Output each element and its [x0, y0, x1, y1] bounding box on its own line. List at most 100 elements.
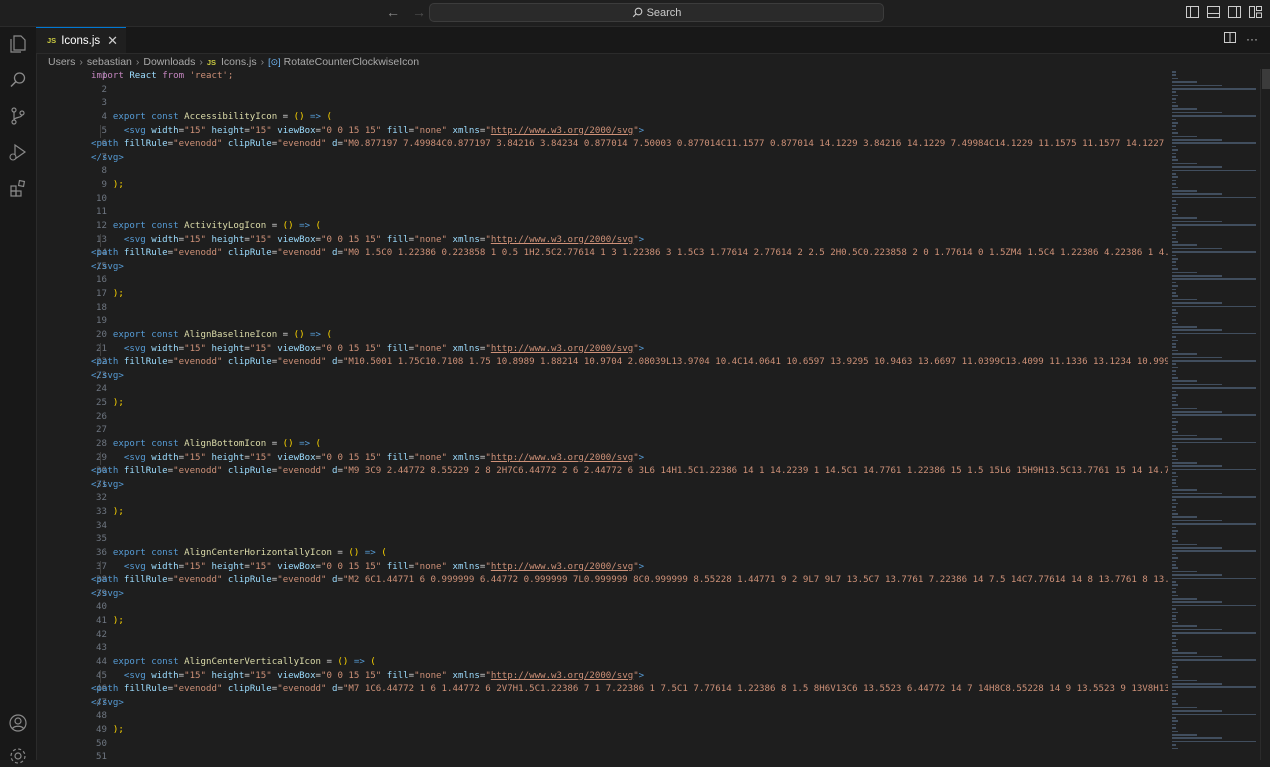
code-line[interactable]: 6 <path fillRule="evenodd" clipRule="even… [36, 138, 1168, 152]
code-line[interactable]: 26 [36, 411, 1168, 425]
code-line[interactable]: 43 [36, 642, 1168, 656]
close-icon[interactable]: ✕ [107, 33, 118, 49]
code-line[interactable]: 7 </svg> [36, 152, 1168, 166]
code-line[interactable]: 27 [36, 424, 1168, 438]
breadcrumb-item[interactable]: sebastian [87, 56, 132, 68]
code-line[interactable]: 45 <svg width="15" height="15" viewBox="… [36, 670, 1168, 684]
code-text: <svg width="15" height="15" viewBox="0 0… [91, 561, 644, 575]
code-token: const [151, 547, 185, 558]
code-line[interactable]: 5 <svg width="15" height="15" viewBox="0… [36, 125, 1168, 139]
code-line[interactable]: 48 [36, 710, 1168, 724]
code-line[interactable]: 17 ); [36, 288, 1168, 302]
extensions-icon[interactable] [7, 177, 29, 199]
breadcrumb-item[interactable]: Downloads [143, 56, 195, 68]
code-line[interactable]: 2 [36, 84, 1168, 98]
code-line[interactable]: 13 <svg width="15" height="15" viewBox="… [36, 234, 1168, 248]
minimap-line [1172, 315, 1176, 318]
code-line[interactable]: 4 export const AccessibilityIcon = () =>… [36, 111, 1168, 125]
minimap-line [1172, 536, 1176, 539]
toggle-secondary-sidebar-icon[interactable] [1228, 5, 1241, 18]
code-line[interactable]: 23 </svg> [36, 370, 1168, 384]
breadcrumb-file[interactable]: Icons.js [221, 56, 257, 68]
tab-icons-js[interactable]: JS Icons.js ✕ [36, 27, 126, 53]
code-line[interactable]: 3 [36, 97, 1168, 111]
code-line[interactable]: 21 <svg width="15" height="15" viewBox="… [36, 343, 1168, 357]
minimap[interactable] [1168, 69, 1260, 760]
breadcrumb-symbol[interactable]: RotateCounterClockwiseIcon [284, 56, 419, 68]
code-line[interactable]: 42 [36, 629, 1168, 643]
breadcrumb: Users › sebastian › Downloads › JS Icons.js… [48, 55, 419, 69]
code-line[interactable]: 14 <path fillRule="evenodd" clipRule="eve… [36, 247, 1168, 261]
component-name: AlignCenterVerticallyIcon [184, 656, 321, 667]
code-line[interactable]: 50 [36, 738, 1168, 752]
breadcrumb-item[interactable]: Users [48, 56, 75, 68]
code-line[interactable]: 16 [36, 274, 1168, 288]
code-line[interactable]: 41 ); [36, 615, 1168, 629]
code-editor[interactable]: 1 import React from 'react'; 2 3 4 export co… [36, 69, 1168, 760]
explorer-icon[interactable] [7, 33, 29, 55]
minimap-line [1172, 438, 1222, 440]
minimap-line [1172, 414, 1256, 416]
code-line[interactable]: 28 export const AlignBottomIcon = () => … [36, 438, 1168, 452]
minimap-line [1172, 122, 1178, 124]
code-line[interactable]: 9 ); [36, 179, 1168, 193]
code-line[interactable]: 11 [36, 206, 1168, 220]
code-line[interactable]: 51 [36, 751, 1168, 760]
code-line[interactable]: 24 [36, 383, 1168, 397]
account-icon[interactable] [7, 712, 29, 734]
code-line[interactable]: 49 ); [36, 724, 1168, 738]
code-text: import React from 'react'; [91, 70, 233, 84]
xmlns-link: http://www.w3.org/2000/svg [490, 670, 634, 681]
code-token: fill [386, 561, 409, 572]
toggle-primary-sidebar-icon[interactable] [1186, 5, 1199, 18]
code-line[interactable]: 40 [36, 601, 1168, 615]
code-line[interactable]: 31 </svg> [36, 479, 1168, 493]
customize-layout-icon[interactable] [1249, 5, 1262, 18]
minimap-line [1172, 108, 1197, 110]
code-line[interactable]: 30 <path fillRule="evenodd" clipRule="eve… [36, 465, 1168, 479]
code-line[interactable]: 46 <path fillRule="evenodd" clipRule="eve… [36, 683, 1168, 697]
code-line[interactable]: 1 import React from 'react'; [36, 70, 1168, 84]
code-line[interactable]: 18 [36, 302, 1168, 316]
search-icon[interactable] [7, 69, 29, 91]
code-line[interactable]: 35 [36, 533, 1168, 547]
code-line[interactable]: 15 </svg> [36, 261, 1168, 275]
code-line[interactable]: 32 [36, 492, 1168, 506]
scrollbar-thumb[interactable] [1262, 69, 1270, 89]
code-line[interactable]: 33 ); [36, 506, 1168, 520]
toggle-panel-icon[interactable] [1207, 5, 1220, 18]
code-line[interactable]: 12 export const ActivityLogIcon = () => … [36, 220, 1168, 234]
code-line[interactable]: 36 export const AlignCenterHorizontallyI… [36, 547, 1168, 561]
code-line[interactable]: 47 </svg> [36, 697, 1168, 711]
code-line[interactable]: 20 export const AlignBaselineIcon = () =… [36, 329, 1168, 343]
attr-value: "evenodd" [277, 139, 327, 150]
arrow-left-icon[interactable]: ← [386, 4, 400, 20]
command-center-search[interactable]: Search [429, 3, 884, 22]
code-line[interactable]: 8 [36, 165, 1168, 179]
xmlns-link: http://www.w3.org/2000/svg [490, 125, 634, 136]
code-line[interactable]: 10 [36, 193, 1168, 207]
vertical-scrollbar[interactable] [1260, 69, 1270, 760]
js-file-icon: JS [206, 57, 217, 67]
code-text: </svg> [91, 261, 124, 275]
line-number: 40 [96, 602, 107, 613]
split-editor-icon[interactable] [1224, 32, 1236, 46]
settings-gear-icon[interactable] [7, 745, 29, 767]
code-text: <path fillRule="evenodd" clipRule="eveno… [91, 356, 1168, 370]
minimap-line [1172, 411, 1222, 413]
code-line[interactable]: 34 [36, 520, 1168, 534]
code-line[interactable]: 38 <path fillRule="evenodd" clipRule="eve… [36, 574, 1168, 588]
minimap-line [1172, 496, 1256, 498]
arrow-right-icon[interactable]: → [412, 4, 426, 20]
code-line[interactable]: 25 ); [36, 397, 1168, 411]
code-line[interactable]: 39 </svg> [36, 588, 1168, 602]
code-line[interactable]: 22 <path fillRule="evenodd" clipRule="eve… [36, 356, 1168, 370]
code-line[interactable]: 19 [36, 315, 1168, 329]
source-control-icon[interactable] [7, 105, 29, 127]
code-line[interactable]: 29 <svg width="15" height="15" viewBox="… [36, 452, 1168, 466]
more-actions-icon[interactable]: ··· [1246, 32, 1258, 46]
run-debug-icon[interactable] [7, 141, 29, 163]
code-line[interactable]: 44 export const AlignCenterVerticallyIco… [36, 656, 1168, 670]
code-line[interactable]: 37 <svg width="15" height="15" viewBox="… [36, 561, 1168, 575]
